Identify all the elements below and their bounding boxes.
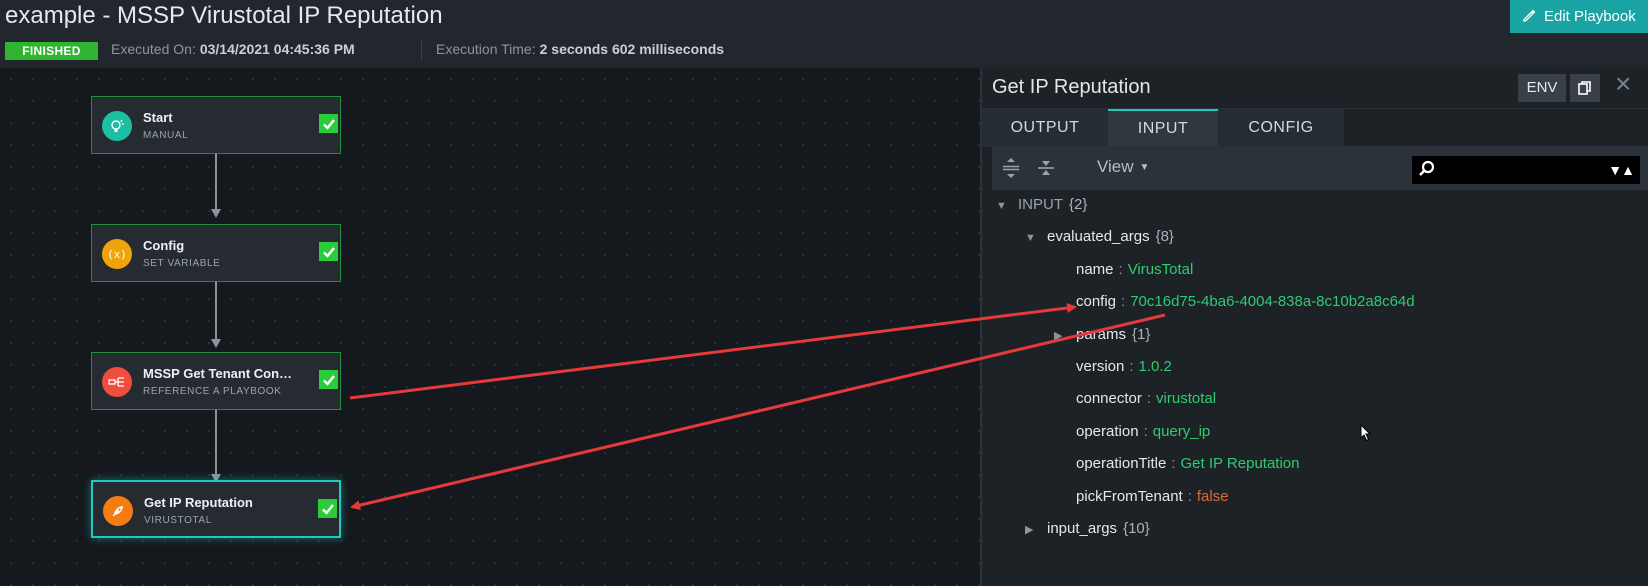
node-subtitle: VIRUSTOTAL <box>144 515 212 526</box>
tree-key: evaluated_args <box>1047 228 1150 245</box>
json-toolbar: View ▼ ▼▲ <box>992 146 1648 190</box>
close-button[interactable]: × <box>1615 69 1631 99</box>
node-subtitle: REFERENCE A PLAYBOOK <box>143 386 282 397</box>
header: example - MSSP Virustotal IP Reputation … <box>0 0 1648 68</box>
tree-field-config: config:70c16d75-4ba6-4004-838a-8c10b2a8c… <box>1076 293 1415 310</box>
tree-node-evaluated-args[interactable]: ▼ evaluated_args {8} <box>1025 228 1174 245</box>
connector-line <box>215 280 217 341</box>
edit-playbook-label: Edit Playbook <box>1544 8 1636 25</box>
node-config[interactable]: (x) Config SET VARIABLE <box>91 224 341 282</box>
tab-input[interactable]: INPUT <box>1108 109 1218 149</box>
tab-bar: OUTPUT INPUT CONFIG <box>982 108 1648 149</box>
tab-config[interactable]: CONFIG <box>1218 109 1344 147</box>
tree-count: {2} <box>1069 196 1088 213</box>
tree-value: 70c16d75-4ba6-4004-838a-8c10b2a8c64d <box>1130 293 1415 310</box>
execution-time: Execution Time: 2 seconds 602 millisecond… <box>436 41 724 57</box>
tree-key: version <box>1076 358 1125 375</box>
json-tree: ▼ INPUT {2} ▼ evaluated_args {8} name: VirusT… <box>982 190 1648 586</box>
playbook-canvas[interactable]: Start MANUAL (x) Config SET VARIABLE MSS… <box>0 68 980 586</box>
node-title: Start <box>143 110 173 125</box>
pencil-icon <box>1523 9 1536 22</box>
tree-node-input-args[interactable]: ▶ input_args {10} <box>1025 520 1150 537</box>
connector-line <box>215 408 217 476</box>
tree-key: connector <box>1076 390 1142 407</box>
variable-icon: (x) <box>102 239 132 269</box>
collapsed-triangle-icon[interactable]: ▶ <box>1025 523 1039 536</box>
tree-key: config <box>1076 293 1117 310</box>
tree-field-name: name: VirusTotal <box>1076 261 1194 278</box>
tree-value: VirusTotal <box>1127 261 1194 278</box>
tree-value: virustotal <box>1156 390 1217 407</box>
page-title: example - MSSP Virustotal IP Reputation <box>5 2 443 29</box>
view-dropdown-label: View <box>1097 157 1134 176</box>
tree-key: input_args <box>1047 520 1118 537</box>
node-mssp-get-tenant-connector[interactable]: MSSP Get Tenant Connect... REFERENCE A P… <box>91 352 341 410</box>
tree-value: false <box>1196 488 1229 505</box>
executed-on-label: Executed On: <box>111 41 196 57</box>
mouse-cursor-icon <box>1360 424 1372 442</box>
status-badge: FINISHED <box>5 42 98 60</box>
expanded-triangle-icon[interactable]: ▼ <box>996 200 1010 212</box>
playbook-reference-icon <box>102 367 132 397</box>
expand-all-icon[interactable] <box>1002 157 1020 179</box>
lightbulb-icon <box>102 111 132 141</box>
tree-count: {8} <box>1155 228 1174 245</box>
tree-field-version: version:1.0.2 <box>1076 358 1172 375</box>
tree-value: 1.0.2 <box>1138 358 1172 375</box>
collapsed-triangle-icon[interactable]: ▶ <box>1054 329 1068 342</box>
step-detail-panel: Get IP Reputation ENV × OUTPUT INPUT CON… <box>980 68 1648 586</box>
node-title: Get IP Reputation <box>144 495 253 510</box>
executed-on: Executed On: 03/14/2021 04:45:36 PM <box>111 41 355 57</box>
tree-field-operation: operation: query_ip <box>1076 423 1211 440</box>
env-button[interactable]: ENV <box>1518 74 1566 102</box>
execution-time-value: 2 seconds 602 milliseconds <box>539 41 725 57</box>
tree-field-operation-title: operationTitle: Get IP Reputation <box>1076 455 1300 472</box>
rocket-icon <box>103 496 133 526</box>
edit-playbook-button[interactable]: Edit Playbook <box>1510 0 1648 33</box>
tree-key: name <box>1076 261 1114 278</box>
tree-count: {10} <box>1123 520 1150 537</box>
expanded-triangle-icon[interactable]: ▼ <box>1025 232 1039 244</box>
tree-key: INPUT <box>1018 196 1063 213</box>
tree-key: pickFromTenant <box>1076 488 1183 505</box>
copy-icon <box>1578 81 1591 95</box>
connector-line <box>215 151 217 211</box>
collapse-all-icon[interactable] <box>1037 157 1055 179</box>
node-title: Config <box>143 238 185 253</box>
node-title: MSSP Get Tenant Connect... <box>143 366 293 381</box>
node-subtitle: SET VARIABLE <box>143 258 221 269</box>
search-box[interactable]: ▼▲ <box>1412 156 1640 184</box>
tree-key: params <box>1076 326 1127 343</box>
connector-arrow <box>211 209 221 218</box>
tree-value: Get IP Reputation <box>1180 455 1300 472</box>
view-dropdown[interactable]: View ▼ <box>1097 157 1149 177</box>
executed-on-value: 03/14/2021 04:45:36 PM <box>199 41 355 57</box>
panel-title: Get IP Reputation <box>992 76 1151 98</box>
tree-field-connector: connector: virustotal <box>1076 390 1217 407</box>
execution-time-label: Execution Time: <box>436 41 536 57</box>
tree-key: operation <box>1076 423 1139 440</box>
connector-arrow <box>211 339 221 348</box>
tab-output[interactable]: OUTPUT <box>982 109 1108 147</box>
tree-value: query_ip <box>1152 423 1211 440</box>
checkmark-icon <box>319 370 338 389</box>
copy-button[interactable] <box>1570 74 1600 102</box>
checkmark-icon <box>319 114 338 133</box>
node-start[interactable]: Start MANUAL <box>91 96 341 154</box>
tree-key: operationTitle <box>1076 455 1167 472</box>
search-icon <box>1419 160 1435 176</box>
checkmark-icon <box>318 499 337 518</box>
tree-node-input[interactable]: ▼ INPUT {2} <box>996 196 1087 213</box>
caret-down-icon: ▼ <box>1139 162 1150 173</box>
header-divider <box>421 40 422 60</box>
tree-field-pick-from-tenant: pickFromTenant: false <box>1076 488 1229 505</box>
checkmark-icon <box>319 242 338 261</box>
tree-node-params[interactable]: ▶ params {1} <box>1054 326 1150 343</box>
node-get-ip-reputation[interactable]: Get IP Reputation VIRUSTOTAL <box>91 480 341 538</box>
node-subtitle: MANUAL <box>143 130 189 141</box>
tree-count: {1} <box>1132 326 1151 343</box>
search-navigation-icon[interactable]: ▼▲ <box>1608 162 1635 178</box>
